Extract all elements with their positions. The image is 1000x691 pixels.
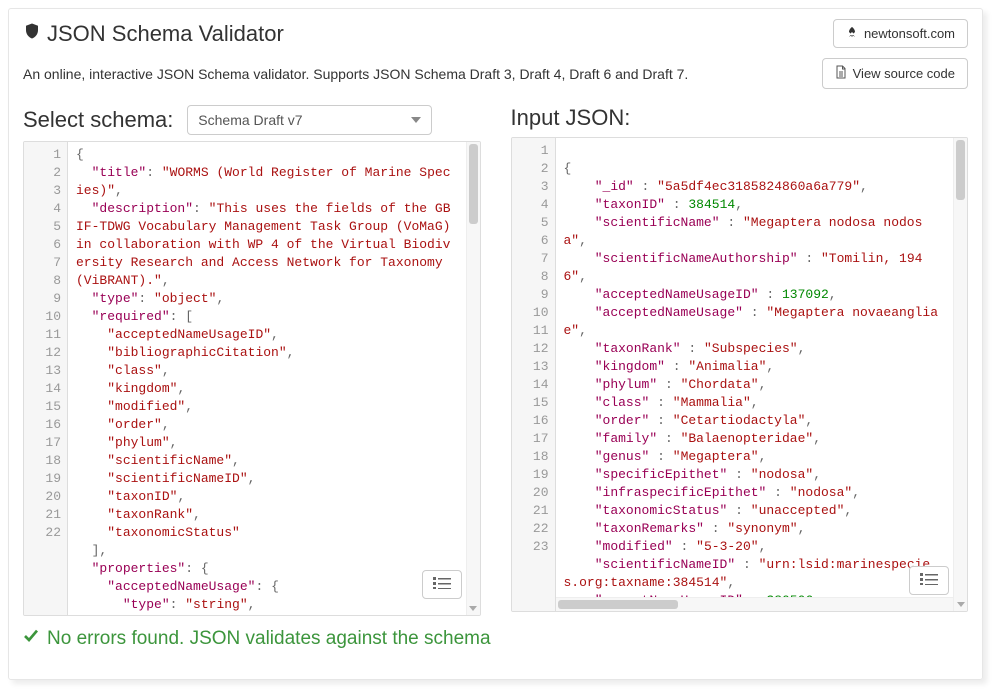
schema-dropdown[interactable]: Schema Draft v7 xyxy=(187,105,432,135)
caret-down-icon xyxy=(411,117,421,123)
json-column: Input JSON: 1 2 3 4 5 6 7 8 9 10 11 12 1… xyxy=(511,105,969,616)
site-link-button[interactable]: newtonsoft.com xyxy=(833,19,968,48)
schema-selected: Schema Draft v7 xyxy=(198,112,302,128)
scroll-down-icon[interactable] xyxy=(467,601,480,615)
scroll-down-icon[interactable] xyxy=(954,597,967,611)
json-scrollbar-vertical[interactable] xyxy=(953,138,967,611)
view-source-button[interactable]: View source code xyxy=(822,58,968,89)
schema-gutter: 1 2 3 4 5 6 7 8 9 10 11 12 13 14 15 16 1… xyxy=(24,142,68,615)
subheader: An online, interactive JSON Schema valid… xyxy=(23,58,968,105)
list-icon xyxy=(433,577,451,589)
page-title-text: JSON Schema Validator xyxy=(47,21,284,47)
scroll-thumb[interactable] xyxy=(956,140,965,200)
page-icon xyxy=(835,65,847,82)
json-editor[interactable]: 1 2 3 4 5 6 7 8 9 10 11 12 13 14 15 16 1… xyxy=(511,137,969,612)
site-link-label: newtonsoft.com xyxy=(864,26,955,41)
input-json-label: Input JSON: xyxy=(511,105,631,131)
page-title: JSON Schema Validator xyxy=(23,21,284,47)
main-columns: Select schema: Schema Draft v7 1 2 3 4 5… xyxy=(23,105,968,616)
scroll-thumb[interactable] xyxy=(558,600,678,609)
schema-scrollbar-vertical[interactable] xyxy=(466,142,480,615)
select-schema-label: Select schema: xyxy=(23,107,173,133)
status-text: No errors found. JSON validates against … xyxy=(47,628,491,650)
header: JSON Schema Validator newtonsoft.com xyxy=(23,15,968,58)
list-icon xyxy=(920,573,938,585)
schema-format-button[interactable] xyxy=(422,570,462,599)
validation-status: No errors found. JSON validates against … xyxy=(23,628,968,650)
json-gutter: 1 2 3 4 5 6 7 8 9 10 11 12 13 14 15 16 1… xyxy=(512,138,556,611)
check-icon xyxy=(23,628,39,650)
schema-editor[interactable]: 1 2 3 4 5 6 7 8 9 10 11 12 13 14 15 16 1… xyxy=(23,141,481,616)
rocket-icon xyxy=(846,26,858,41)
view-source-label: View source code xyxy=(853,66,955,81)
schema-column: Select schema: Schema Draft v7 1 2 3 4 5… xyxy=(23,105,481,616)
tagline: An online, interactive JSON Schema valid… xyxy=(23,66,688,82)
json-code[interactable]: { "_id" : "5a5df4ec3185824860a6a779", "t… xyxy=(556,138,954,611)
shield-icon xyxy=(23,21,41,47)
scroll-thumb[interactable] xyxy=(469,144,478,224)
schema-code[interactable]: { "title": "WORMS (World Register of Mar… xyxy=(68,142,466,615)
json-scrollbar-horizontal[interactable] xyxy=(556,597,954,611)
json-format-button[interactable] xyxy=(909,566,949,595)
app-window: JSON Schema Validator newtonsoft.com An … xyxy=(8,8,983,680)
